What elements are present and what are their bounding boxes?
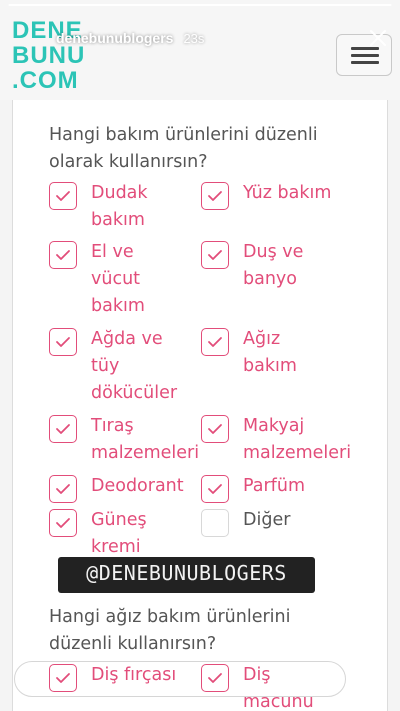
option-label: Duş ve banyo (243, 242, 304, 289)
option-label: Tıraş malzemeleri (91, 416, 200, 463)
story-user-info[interactable]: denebunublogers 23s (56, 30, 204, 46)
question-2: Hangi ağız bakım ürünlerini düzenli kull… (49, 607, 291, 654)
check-icon (208, 424, 222, 434)
option-tiras-malzemeleri[interactable]: Tıraş malzemeleri (49, 415, 206, 467)
option-label: Yüz bakım (243, 183, 332, 203)
option-dudak-bakim[interactable]: Dudak bakım (49, 182, 181, 234)
check-icon (208, 191, 222, 201)
option-label: Dudak bakım (91, 183, 148, 230)
checkbox[interactable] (201, 415, 229, 443)
checkbox[interactable] (201, 509, 229, 537)
option-label: El ve vücut bakım (91, 242, 145, 316)
option-label: Güneş kremi (91, 510, 147, 557)
question-1: Hangi bakım ürünlerini düzenli olarak ku… (49, 125, 318, 172)
logo-line-2: BUNU (12, 42, 85, 69)
option-label: Deodorant (91, 476, 184, 496)
check-icon (56, 424, 70, 434)
story-progress-fill (8, 4, 392, 6)
story-username[interactable]: denebunublogers (56, 30, 173, 46)
reply-input[interactable] (14, 661, 346, 697)
option-agiz-bakim[interactable]: Ağız bakım (201, 328, 313, 380)
check-icon (56, 191, 70, 201)
denebunu-logo: DENE BUNU .COM (12, 17, 85, 92)
story-progress-bar (8, 4, 392, 6)
logo-line-3: .COM (12, 67, 79, 92)
checkbox[interactable] (49, 182, 77, 210)
checkbox[interactable] (201, 182, 229, 210)
option-gunes-kremi[interactable]: Güneş kremi (49, 509, 171, 561)
option-deodorant[interactable]: Deodorant (49, 475, 211, 503)
option-label: Diğer (243, 510, 291, 530)
check-icon (56, 518, 70, 528)
check-icon (56, 484, 70, 494)
option-label: Ağız bakım (243, 329, 297, 376)
checkbox[interactable] (49, 241, 77, 269)
close-icon[interactable] (366, 26, 390, 50)
checkbox[interactable] (49, 509, 77, 537)
check-icon (208, 250, 222, 260)
checkbox[interactable] (49, 328, 77, 356)
option-label: Ağda ve tüy dökücüler (91, 329, 178, 403)
checkbox[interactable] (49, 415, 77, 443)
story-time: 23s (183, 31, 205, 46)
checkbox[interactable] (201, 241, 229, 269)
username-sticker-text: @DENEBUNUBLOGERS (86, 561, 287, 585)
option-diger[interactable]: Diğer (201, 509, 363, 537)
checkbox[interactable] (201, 328, 229, 356)
send-icon[interactable] (354, 669, 378, 693)
check-icon (56, 250, 70, 260)
check-icon (208, 484, 222, 494)
option-label: Makyaj malzemeleri (243, 416, 352, 463)
option-yuz-bakim[interactable]: Yüz bakım (201, 182, 383, 210)
story-frame: DENE BUNU .COM Hangi bakım ürünlerini dü… (0, 0, 400, 711)
check-icon (208, 337, 222, 347)
option-label: Parfüm (243, 476, 305, 496)
checkbox[interactable] (49, 475, 77, 503)
checkbox[interactable] (201, 475, 229, 503)
option-agda-ve-tuy-dokuculer[interactable]: Ağda ve tüy dökücüler (49, 328, 186, 407)
option-parfum[interactable]: Parfüm (201, 475, 363, 503)
check-icon (56, 337, 70, 347)
option-el-ve-vucut-bakim[interactable]: El ve vücut bakım (49, 241, 161, 320)
option-makyaj-malzemeleri[interactable]: Makyaj malzemeleri (201, 415, 358, 467)
site-header: DENE BUNU .COM (0, 0, 400, 100)
username-sticker: @DENEBUNUBLOGERS (58, 557, 315, 593)
option-dus-ve-banyo[interactable]: Duş ve banyo (201, 241, 323, 293)
